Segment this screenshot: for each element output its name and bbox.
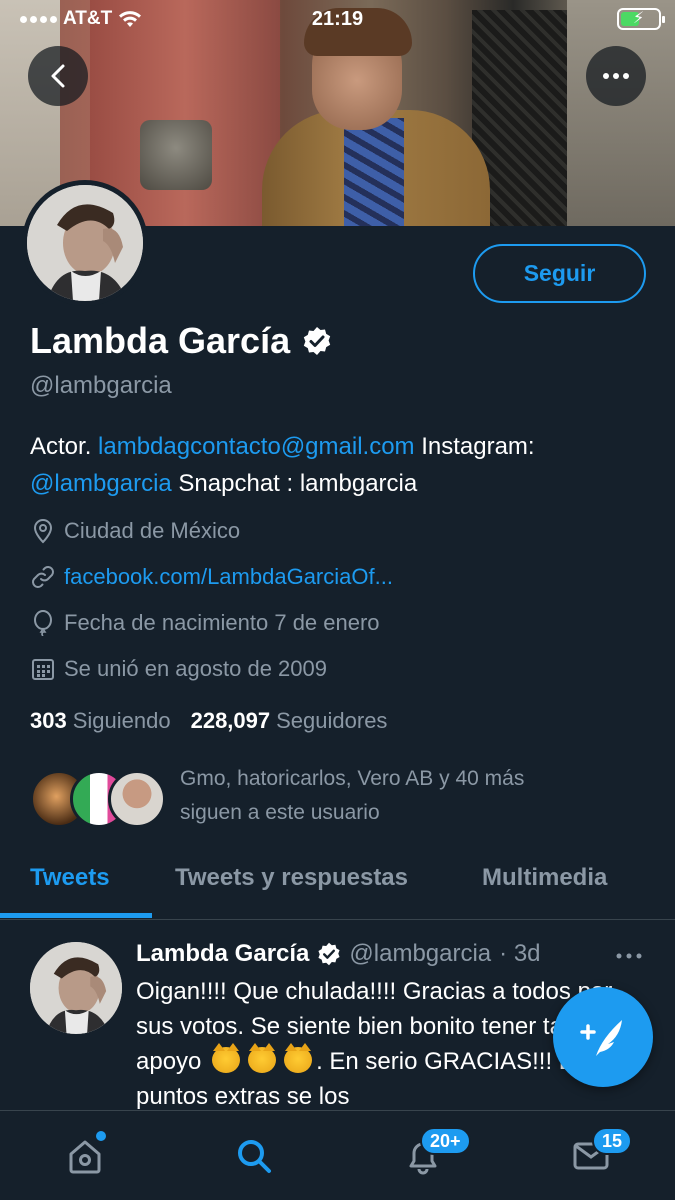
bio-prefix: Actor.: [30, 433, 99, 460]
mutual-followers-avatars[interactable]: [30, 770, 166, 828]
grinning-cat-emoji-icon: [212, 1043, 241, 1073]
birthday-text: Fecha de nacimiento 7 de enero: [64, 610, 380, 635]
follow-counts: 303 Siguiendo 228,097 Seguidores: [30, 708, 387, 734]
nav-search[interactable]: [229, 1131, 279, 1181]
status-bar: AT&T 21:19 ⚡: [0, 0, 675, 40]
clock: 21:19: [311, 8, 364, 30]
followed-by-line1: Gmo, hatoricarlos, Vero AB y 40 más: [180, 767, 525, 790]
verified-badge-icon: [303, 327, 331, 355]
following-count-link[interactable]: 303 Siguiendo: [30, 708, 171, 734]
bio-suffix: Snapchat : lambgarcia: [171, 470, 418, 497]
bottom-navigation: 20+ 15: [0, 1110, 675, 1200]
compose-feather-icon: [580, 1020, 622, 1056]
location-pin-icon: [30, 518, 56, 544]
search-icon: [238, 1140, 271, 1173]
link-icon: [30, 564, 56, 590]
bio-instagram-mention[interactable]: @lambgarcia: [30, 470, 172, 497]
following-count: 303: [30, 708, 67, 733]
grinning-cat-emoji-icon: [248, 1043, 277, 1073]
avatar-portrait: [27, 185, 143, 301]
battery-icon: ⚡: [617, 8, 665, 30]
followed-by-text[interactable]: Gmo, hatoricarlos, Vero AB y 40 más sigu…: [180, 762, 650, 830]
compose-tweet-button[interactable]: [553, 987, 653, 1087]
profile-bio: Actor. lambdagcontacto@gmail.com Instagr…: [30, 428, 650, 502]
tab-media[interactable]: Multimedia: [482, 864, 607, 892]
tweet-author-handle: @lambgarcia: [349, 940, 492, 967]
tab-tweets-replies[interactable]: Tweets y respuestas: [175, 864, 408, 892]
verified-badge-icon: [318, 942, 340, 966]
tweet-author-name[interactable]: Lambda García: [136, 940, 309, 968]
mutual-avatar: [108, 770, 166, 828]
ellipsis-icon: [616, 953, 642, 959]
home-icon: [69, 1140, 101, 1174]
bio-email-link[interactable]: lambdagcontacto@gmail.com: [98, 433, 415, 460]
joined-text: Se unió en agosto de 2009: [64, 656, 328, 681]
tab-tweets[interactable]: Tweets: [30, 864, 110, 892]
chevron-left-icon: [51, 64, 65, 88]
nav-home[interactable]: [60, 1131, 110, 1181]
follow-button[interactable]: Seguir: [473, 244, 646, 303]
tweet-time: · 3d: [499, 940, 541, 967]
tweet-avatar-portrait: [30, 942, 122, 1034]
nav-notifications[interactable]: 20+: [398, 1127, 471, 1181]
website-row: facebook.com/LambdaGarciaOf...: [30, 564, 393, 590]
tweet-header: Lambda García @lambgarcia · 3d: [136, 940, 541, 968]
notifications-badge: 20+: [420, 1127, 471, 1155]
location-row: Ciudad de México: [30, 518, 240, 544]
followers-count-link[interactable]: 228,097 Seguidores: [191, 708, 388, 734]
profile-handle: @lambgarcia: [30, 372, 172, 399]
balloon-icon: [30, 610, 56, 636]
more-options-button[interactable]: [586, 46, 646, 106]
active-tab-indicator: [0, 913, 152, 918]
location-text: Ciudad de México: [64, 518, 241, 543]
profile-avatar[interactable]: [22, 180, 148, 306]
followed-by-line2: siguen a este usuario: [180, 801, 380, 824]
profile-name: Lambda García: [30, 320, 291, 361]
tweet-avatar[interactable]: [30, 942, 122, 1034]
profile-name-row: Lambda García: [30, 320, 332, 362]
bio-mid: Instagram:: [414, 433, 535, 460]
website-link[interactable]: facebook.com/LambdaGarciaOf...: [64, 564, 393, 590]
banner-ornament: [140, 120, 212, 190]
following-label: Siguiendo: [72, 708, 171, 733]
home-new-indicator: [96, 1131, 106, 1141]
charging-bolt-icon: ⚡: [633, 10, 645, 27]
followers-label: Seguidores: [276, 708, 388, 733]
tweet-more-button[interactable]: [616, 942, 642, 965]
back-button[interactable]: [28, 46, 88, 106]
profile-tabs: Tweets Tweets y respuestas Multimedia: [0, 850, 675, 920]
calendar-icon: [30, 656, 56, 682]
birthday-row: Fecha de nacimiento 7 de enero: [30, 610, 380, 636]
joined-row: Se unió en agosto de 2009: [30, 656, 327, 682]
messages-badge: 15: [592, 1127, 633, 1155]
ellipsis-icon: [603, 73, 629, 79]
banner-shirt: [344, 118, 404, 226]
grinning-cat-emoji-icon: [284, 1043, 313, 1073]
nav-messages[interactable]: 15: [566, 1127, 633, 1181]
followers-count: 228,097: [190, 708, 271, 733]
